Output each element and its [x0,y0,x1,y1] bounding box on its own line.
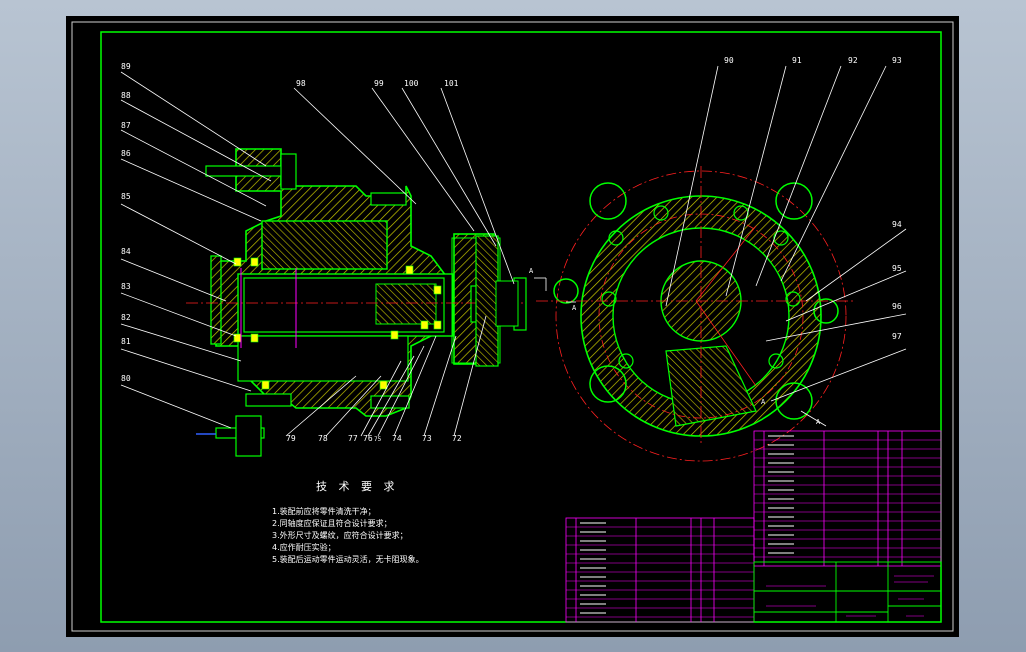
callout-86: 86 [121,149,131,158]
technical-requirements: 技 术 要 求 1.装配前应将零件清洗干净； 2.同轴度应保证且符合设计要求； … [272,480,572,566]
callout-90: 90 [724,56,734,65]
callout-77: 77 [348,434,358,443]
callout-92: 92 [848,56,858,65]
requirement-line-4: 4.应作耐压实验； [272,543,336,552]
callout-91: 91 [792,56,802,65]
requirement-line-2: 2.同轴度应保证且符合设计要求； [272,519,392,528]
requirement-line-3: 3.外形尺寸及螺纹，应符合设计要求； [272,531,408,540]
callout-78: 78 [318,434,328,443]
section-view [186,148,527,457]
title-block [753,561,942,623]
callout-83: 83 [121,282,131,291]
callout-72: 72 [452,434,462,443]
callout-84: 84 [121,247,131,256]
callout-85: 85 [121,192,131,201]
callout-75: 75 [374,436,382,443]
title-block-marks [766,575,934,617]
callout-81: 81 [121,337,131,346]
callout-99: 99 [374,79,384,88]
parts-table-lower [565,517,755,623]
front-view [451,166,856,462]
callout-101: 101 [444,79,459,88]
section-mark-a-4: A [816,418,821,426]
callout-82: 82 [121,313,131,322]
callout-76: 76 [363,434,373,443]
technical-requirements-title: 技 术 要 求 [316,480,399,493]
requirement-line-1: 1.装配前应将零件清洗干净； [272,507,376,516]
callout-89: 89 [121,62,131,71]
callout-94: 94 [892,220,902,229]
callout-73: 73 [422,434,432,443]
section-mark-a-1: A [529,267,534,275]
callout-96: 96 [892,302,902,311]
callout-95: 95 [892,264,902,273]
callout-97: 97 [892,332,902,341]
callout-80: 80 [121,374,131,383]
callout-100: 100 [404,79,419,88]
callout-79: 79 [286,434,296,443]
requirement-line-5: 5.装配后运动零件运动灵活，无卡阻现象。 [272,555,424,564]
section-mark-a-2: A [572,304,577,312]
callout-93: 93 [892,56,902,65]
callout-88: 88 [121,91,131,100]
callout-74: 74 [392,434,402,443]
callout-87: 87 [121,121,131,130]
drawing-sheet: 89 88 87 86 85 84 83 82 81 80 98 99 100 … [66,16,959,637]
parts-table-rows [566,435,941,618]
callout-98: 98 [296,79,306,88]
